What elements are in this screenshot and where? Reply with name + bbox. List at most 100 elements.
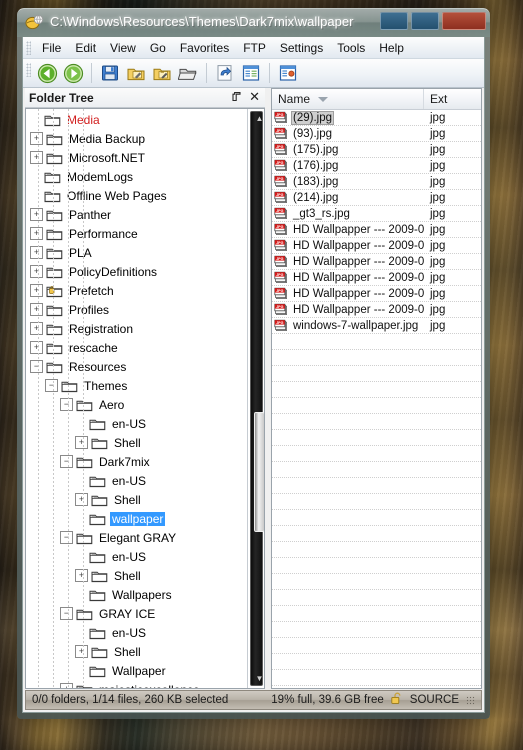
undo-button[interactable] [213,61,237,85]
file-row[interactable]: JPG (176).jpg jpg [272,158,481,174]
pin-icon[interactable] [230,91,243,107]
column-header-ext[interactable]: Ext [424,89,469,109]
close-button[interactable] [442,12,486,30]
menubar-gripper[interactable] [26,41,31,55]
tree-item-registration[interactable]: + Registration [26,319,247,338]
tree-expand-icon[interactable]: + [30,246,43,259]
tree-expand-icon[interactable]: + [75,493,88,506]
tree-expand-icon[interactable]: + [30,151,43,164]
tree-expand-icon[interactable]: + [30,284,43,297]
menu-item-settings[interactable]: Settings [273,39,330,57]
tree-expand-icon[interactable]: + [75,436,88,449]
tree-collapse-icon[interactable]: − [60,607,73,620]
tree-collapse-icon[interactable]: − [30,360,43,373]
tree-vertical-scrollbar[interactable]: ▲ ▼ [247,109,264,688]
menu-item-ftp[interactable]: FTP [236,39,273,57]
tree-item-en-us[interactable]: en-US [26,471,247,490]
tree-item-panther[interactable]: + Panther [26,205,247,224]
tree-item-performance[interactable]: + Performance [26,224,247,243]
back-button[interactable] [35,61,59,85]
tree-item-shell[interactable]: + Shell [26,642,247,661]
tree-item-themes[interactable]: − Themes [26,376,247,395]
tree-item-wallpaper[interactable]: Wallpaper [26,661,247,680]
open-padlock-icon[interactable] [391,692,403,708]
save-button[interactable] [98,61,122,85]
file-row[interactable]: JPG (175).jpg jpg [272,142,481,158]
tree-item-wallpapers[interactable]: Wallpapers [26,585,247,604]
file-row[interactable]: JPG _gt3_rs.jpg jpg [272,206,481,222]
scroll-down-arrow[interactable]: ▼ [254,673,264,684]
tree-item-shell[interactable]: + Shell [26,566,247,585]
file-row[interactable]: JPG (183).jpg jpg [272,174,481,190]
tree-collapse-icon[interactable]: − [60,455,73,468]
tree-item-modemlogs[interactable]: ModemLogs [26,167,247,186]
folder-tree-view[interactable]: Media + Media Backup + Microsoft.NET ModemLog… [25,108,265,689]
tree-expand-icon[interactable]: + [75,569,88,582]
file-row[interactable]: JPG windows-7-wallpaper.jpg jpg [272,318,481,334]
tree-expand-icon[interactable]: + [30,227,43,240]
tree-item-profiles[interactable]: + Profiles [26,300,247,319]
resize-grip-icon[interactable] [466,695,475,705]
tree-item-prefetch[interactable]: + Prefetch [26,281,247,300]
tree-item-policydefinitions[interactable]: + PolicyDefinitions [26,262,247,281]
tree-item-gray-ice[interactable]: − GRAY ICE [26,604,247,623]
details-view-button[interactable] [239,61,263,85]
file-row[interactable]: JPG HD Wallpapper --- 2009-06-13 16-... jp… [272,254,481,270]
tree-item-en-us[interactable]: en-US [26,623,247,642]
tree-collapse-icon[interactable]: − [60,531,73,544]
menu-item-go[interactable]: Go [143,39,173,57]
menu-item-view[interactable]: View [103,39,143,57]
file-row[interactable]: JPG (29).jpg jpg [272,110,481,126]
file-row[interactable]: JPG HD Wallpapper --- 2009-06-13 16-... jp… [272,222,481,238]
tree-item-media-backup[interactable]: + Media Backup [26,129,247,148]
tree-item-pla[interactable]: + PLA [26,243,247,262]
close-icon[interactable]: ✕ [249,90,260,103]
tree-item-wallpaper[interactable]: wallpaper [26,509,247,528]
tree-expand-icon[interactable]: + [30,303,43,316]
file-row[interactable]: JPG HD Wallpapper --- 2009-06-13 18-... jp… [272,286,481,302]
tree-expand-icon[interactable]: + [30,132,43,145]
tree-item-shell[interactable]: + Shell [26,433,247,452]
folder-pencil-icon-button[interactable] [124,61,148,85]
menu-item-edit[interactable]: Edit [68,39,103,57]
tree-item-dark7mix[interactable]: − Dark7mix [26,452,247,471]
file-row[interactable]: JPG HD Wallpapper --- 2009-06-13 19-... jp… [272,302,481,318]
tree-item-microsoft-net[interactable]: + Microsoft.NET [26,148,247,167]
column-header-name[interactable]: Name [272,89,424,109]
menu-item-favorites[interactable]: Favorites [173,39,236,57]
title-bar[interactable]: C:\Windows\Resources\Themes\Dark7mix\wal… [17,8,490,37]
tree-expand-icon[interactable]: + [30,322,43,335]
file-list-view[interactable]: Name Ext JPG (29).jpg jpg JPG (93).jpg jpg JPG… [271,88,482,689]
tree-scrollbar-thumb[interactable] [254,412,264,532]
folder-pencil2-icon-button[interactable] [150,61,174,85]
tree-item-rescache[interactable]: + rescache [26,338,247,357]
forward-button[interactable] [61,61,85,85]
tree-expand-icon[interactable]: + [30,208,43,221]
tree-collapse-icon[interactable]: − [45,379,58,392]
tree-scrollbar-track[interactable]: ▲ ▼ [250,111,264,686]
tree-item-offline-web-pages[interactable]: Offline Web Pages [26,186,247,205]
file-row[interactable]: JPG (214).jpg jpg [272,190,481,206]
menu-item-tools[interactable]: Tools [330,39,372,57]
file-row[interactable]: JPG (93).jpg jpg [272,126,481,142]
tree-item-resources[interactable]: − Resources [26,357,247,376]
tree-expand-icon[interactable]: + [30,341,43,354]
tree-expand-icon[interactable]: + [30,265,43,278]
toolbar-gripper[interactable] [26,63,31,77]
tree-item-elegant-gray[interactable]: − Elegant GRAY [26,528,247,547]
tree-item-shell[interactable]: + Shell [26,490,247,509]
dual-pane-button[interactable] [276,61,300,85]
tree-expand-icon[interactable]: + [60,683,73,688]
open-folder-icon-button[interactable] [176,61,200,85]
menu-item-help[interactable]: Help [372,39,411,57]
menu-item-file[interactable]: File [35,39,68,57]
tree-collapse-icon[interactable]: − [60,398,73,411]
file-row[interactable]: JPG HD Wallpapper --- 2009-06-13 18-... jp… [272,270,481,286]
minimize-button[interactable] [380,12,408,30]
tree-item-media[interactable]: Media [26,110,247,129]
tree-item-en-us[interactable]: en-US [26,414,247,433]
tree-expand-icon[interactable]: + [75,645,88,658]
tree-item-en-us[interactable]: en-US [26,547,247,566]
tree-item-majesticexcellence[interactable]: + majesticexcellence [26,680,247,688]
scroll-up-arrow[interactable]: ▲ [254,113,264,124]
